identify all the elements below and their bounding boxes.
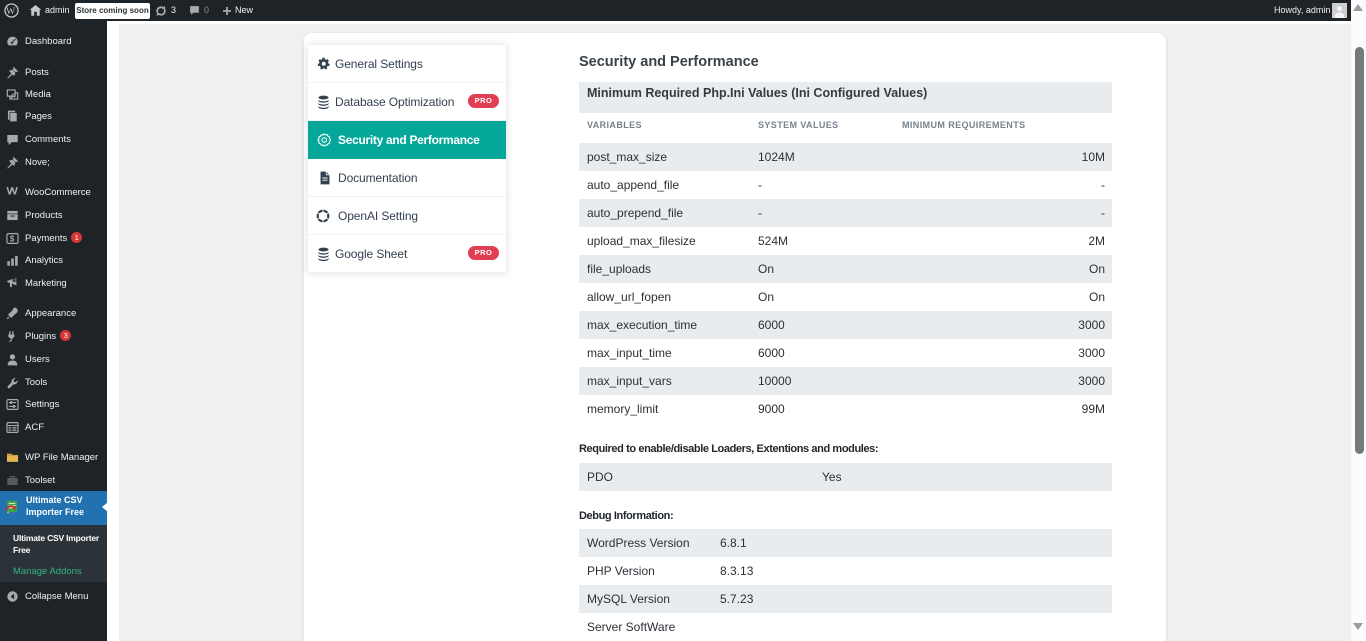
svg-text:$: $ bbox=[10, 234, 15, 243]
svg-text:W: W bbox=[6, 6, 16, 17]
